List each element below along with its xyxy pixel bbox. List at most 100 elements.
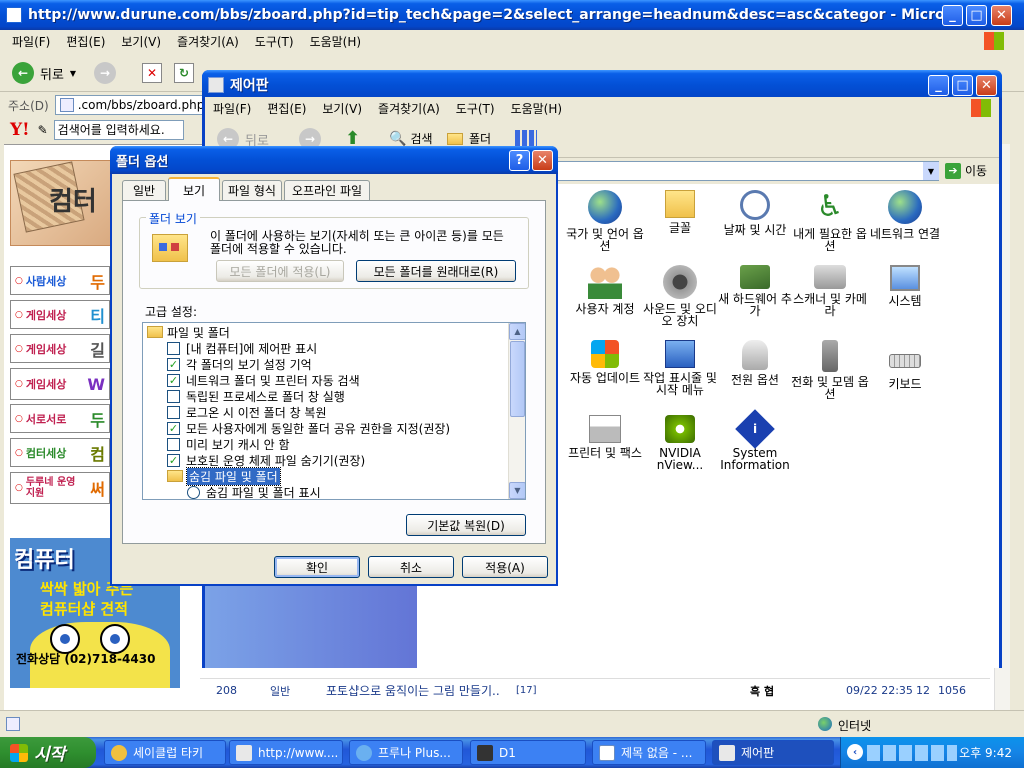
- apply-to-all-folders-button[interactable]: 모든 폴더에 적용(L): [216, 260, 344, 282]
- tree-row-checkbox[interactable]: 독립된 프로세스로 폴더 창 실행: [167, 388, 345, 404]
- cp-menu-tools[interactable]: 도구(T): [448, 100, 503, 117]
- reset-all-folders-button[interactable]: 모든 폴더를 원래대로(R): [356, 260, 516, 282]
- taskbar-item[interactable]: 세이클럽 타키: [104, 740, 226, 765]
- board-subject[interactable]: 포토샵으로 움직이는 그림 만들기..: [326, 682, 500, 699]
- checkbox-checked[interactable]: ✓: [167, 373, 180, 387]
- dialog-title-bar[interactable]: 폴더 옵션 ? ✕: [110, 146, 558, 174]
- tree-row-checkbox[interactable]: ✓ 각 폴더의 보기 설정 기억: [167, 356, 312, 372]
- start-button[interactable]: 시작: [0, 737, 96, 768]
- cp-maximize-button[interactable]: □: [952, 75, 973, 96]
- tree-row-radio[interactable]: 숨김 파일 및 폴더 표시: [187, 484, 321, 499]
- scroll-thumb[interactable]: [510, 341, 525, 417]
- cp-folders-button[interactable]: 폴더: [447, 130, 491, 147]
- tab-offline-files[interactable]: 오프라인 파일: [284, 180, 370, 200]
- dialog-close-button[interactable]: ✕: [532, 150, 553, 171]
- cancel-button[interactable]: 취소: [368, 556, 454, 578]
- apply-button[interactable]: 적용(A): [462, 556, 548, 578]
- taskbar-item[interactable]: 프루나 Plus...: [349, 740, 463, 765]
- side-link[interactable]: ○ 게임세상 티: [10, 300, 110, 329]
- ie-menu-tools[interactable]: 도구(T): [247, 33, 302, 50]
- taskbar-item[interactable]: 제목 없음 - ...: [592, 740, 706, 765]
- side-link[interactable]: ○ 서로서로 두: [10, 404, 110, 433]
- tree-row-checkbox[interactable]: 미리 보기 캐시 안 함: [167, 436, 290, 452]
- tree-row-checkbox[interactable]: [내 컴퓨터]에 제어판 표시: [167, 340, 317, 356]
- chevron-down-icon[interactable]: ▼: [923, 162, 939, 180]
- cp-menu-favorites[interactable]: 즐겨찾기(A): [370, 100, 448, 117]
- scroll-up-icon[interactable]: ▲: [509, 323, 525, 340]
- ie-close-button[interactable]: ✕: [991, 5, 1012, 26]
- cp-item-sysinfo[interactable]: i System Information: [715, 409, 795, 471]
- tree-row-checkbox[interactable]: ✓ 네트워크 폴더 및 프린터 자동 검색: [167, 372, 360, 388]
- checkbox[interactable]: [167, 437, 180, 451]
- checkbox[interactable]: [167, 405, 180, 419]
- cp-item-printers[interactable]: 프린터 및 팩스: [565, 415, 645, 459]
- tray-chevron-icon[interactable]: ‹: [847, 744, 863, 760]
- cp-address-input[interactable]: [555, 161, 939, 181]
- board-row[interactable]: 208 일반 포토샵으로 움직이는 그림 만들기.. [17] 흑 협 09/2…: [200, 678, 990, 702]
- ie-menu-help[interactable]: 도움말(H): [302, 33, 370, 50]
- cp-item-users[interactable]: 사용자 계정: [565, 265, 645, 315]
- checkbox[interactable]: [167, 341, 180, 355]
- side-link[interactable]: ○ 게임세상 길: [10, 334, 110, 363]
- board-author[interactable]: 흑 협: [750, 683, 774, 699]
- taskbar-item-active[interactable]: 제어판: [712, 740, 834, 765]
- scroll-down-icon[interactable]: ▼: [509, 482, 525, 499]
- side-link[interactable]: ○ 사람세상 두: [10, 266, 110, 295]
- advanced-settings-tree[interactable]: 파일 및 폴더 [내 컴퓨터]에 제어판 표시 ✓ 각 폴더의 보기 설정 기억 …: [142, 322, 526, 500]
- tree-row-checkbox[interactable]: 로그온 시 이전 폴더 창 복원: [167, 404, 327, 420]
- tree-row-checkbox[interactable]: ✓ 모든 사용자에게 동일한 폴더 공유 권한을 지정(권장): [167, 420, 450, 436]
- ie-menu-file[interactable]: 파일(F): [4, 33, 58, 50]
- ie-back-button[interactable]: ← 뒤로 ▼: [12, 62, 76, 84]
- side-link[interactable]: ○ 컴터세상 컴: [10, 438, 110, 467]
- tree-vertical-scrollbar[interactable]: ▲ ▼: [508, 323, 525, 499]
- cp-menu-help[interactable]: 도움말(H): [503, 100, 571, 117]
- forward-arrow-icon[interactable]: →: [94, 62, 116, 84]
- cp-menu-view[interactable]: 보기(V): [314, 100, 370, 117]
- stop-icon[interactable]: ✕: [142, 63, 162, 83]
- tray-icons[interactable]: [867, 745, 957, 761]
- tree-row-folder-selected[interactable]: 숨김 파일 및 폴더: [167, 466, 281, 486]
- tree-row-checkbox[interactable]: ✓ 보호된 운영 체제 파일 숨기기(권장): [167, 452, 365, 468]
- cp-item-auto-update[interactable]: 자동 업데이트: [565, 340, 645, 384]
- refresh-icon[interactable]: ↻: [174, 63, 194, 83]
- tab-general[interactable]: 일반: [122, 180, 166, 200]
- checkbox-checked[interactable]: ✓: [167, 357, 180, 371]
- cp-item-datetime[interactable]: 날짜 및 시간: [715, 190, 795, 236]
- cp-item-keyboard[interactable]: 키보드: [865, 340, 945, 390]
- cp-title-bar[interactable]: 제어판 _ □ ✕: [202, 70, 1002, 100]
- yahoo-search-input[interactable]: 검색어를 입력하세요.: [53, 120, 184, 140]
- taskbar-item[interactable]: D1: [470, 740, 586, 765]
- cp-menu-edit[interactable]: 편집(E): [259, 100, 314, 117]
- ie-menu-view[interactable]: 보기(V): [113, 33, 169, 50]
- cp-search-button[interactable]: 🔍 검색: [389, 130, 433, 147]
- cp-item-nvidia[interactable]: NVIDIA nView...: [640, 415, 720, 471]
- cp-menu-file[interactable]: 파일(F): [205, 100, 259, 117]
- restore-defaults-button[interactable]: 기본값 복원(D): [406, 514, 526, 536]
- cp-item-scanner[interactable]: 스캐너 및 카메라: [790, 265, 870, 317]
- ie-title-bar[interactable]: http://www.durune.com/bbs/zboard.php?id=…: [0, 0, 1024, 30]
- side-link[interactable]: ○ 게임세상 W: [10, 368, 110, 400]
- cp-item-hardware[interactable]: 새 하드웨어 추가: [715, 265, 795, 317]
- ok-button[interactable]: 확인: [274, 556, 360, 578]
- tab-view[interactable]: 보기: [168, 177, 220, 201]
- ie-minimize-button[interactable]: _: [942, 5, 963, 26]
- cp-item-regional[interactable]: 국가 및 언어 옵션: [565, 190, 645, 252]
- side-link[interactable]: ○ 두루네 운영지원 써: [10, 472, 110, 504]
- ie-maximize-button[interactable]: □: [966, 5, 987, 26]
- cp-item-fonts[interactable]: 글꼴: [640, 190, 720, 234]
- checkbox-checked[interactable]: ✓: [167, 453, 180, 467]
- cp-item-accessibility[interactable]: ♿ 내게 필요한 옵션: [790, 190, 870, 253]
- cp-item-phone[interactable]: 전화 및 모뎀 옵션: [790, 340, 870, 400]
- cp-minimize-button[interactable]: _: [928, 75, 949, 96]
- cp-close-button[interactable]: ✕: [976, 75, 997, 96]
- ie-menu-favorites[interactable]: 즐겨찾기(A): [169, 33, 247, 50]
- tab-file-types[interactable]: 파일 형식: [222, 180, 282, 200]
- cp-item-taskbar[interactable]: 작업 표시줄 및 시작 메뉴: [640, 340, 720, 396]
- cp-item-system[interactable]: 시스템: [865, 265, 945, 307]
- checkbox[interactable]: [167, 389, 180, 403]
- ie-address-input[interactable]: .com/bbs/zboard.php: [54, 95, 205, 115]
- cp-item-sound[interactable]: 사운드 및 오디오 장치: [640, 265, 720, 327]
- taskbar-item[interactable]: http://www....: [229, 740, 343, 765]
- cp-item-network[interactable]: 네트워크 연결: [865, 190, 945, 240]
- cp-item-power[interactable]: 전원 옵션: [715, 340, 795, 386]
